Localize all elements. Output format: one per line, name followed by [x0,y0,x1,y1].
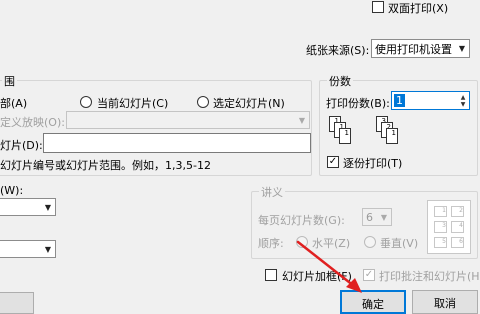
cancel-button-label: 取消 [434,297,456,310]
paper-source-select[interactable]: 使用打印机设置 ▼ [371,39,470,58]
cancel-button[interactable]: 取消 [412,290,478,314]
collate-label: 逐份打印(T) [343,157,403,170]
ok-button-label: 确定 [362,298,384,311]
handouts-title: 讲义 [259,184,285,200]
preview-cell: 3 [434,221,447,233]
uncollated-copies-icon: 1 1 1 [329,116,359,152]
copies-title: 份数 [327,73,353,89]
chevron-down-icon: ▼ [44,244,52,254]
left-edge-button[interactable] [0,292,34,314]
handout-preview: 1 2 3 4 5 6 [427,200,471,254]
collated-copies-icon: 3 2 1 [376,116,406,152]
paper-source-label: 纸张来源(S): [306,44,370,57]
spinner-arrows-icon[interactable]: ▲ ▼ [457,94,469,108]
preview-cell: 2 [451,206,464,218]
copies-count-label: 打印份数(B): [326,97,390,110]
copies-count-spinner[interactable]: 1 ▲ ▼ [391,91,470,110]
print-what-select[interactable]: ▼ [0,198,56,216]
custom-show-label: 定义放映(O): [0,116,65,129]
duplex-label: 双面打印(X) [388,2,449,15]
print-all-label[interactable]: 部(A) [0,95,27,111]
chevron-down-icon: ▼ [44,202,52,212]
color-select[interactable]: ▼ [0,240,56,258]
preview-cell: 1 [434,206,447,218]
paper-source-value: 使用打印机设置 [375,42,452,56]
print-comments-label: 打印批注和幻灯片(H) [379,270,480,283]
chevron-down-icon: ▼ [298,115,306,125]
preview-cell: 6 [451,236,464,248]
preview-cell: 5 [434,236,447,248]
selection-radio[interactable] [197,96,209,108]
vertical-label: 垂直(V) [380,237,419,250]
chevron-down-icon: ▼ [380,212,388,222]
custom-show-select[interactable]: ▼ [66,111,310,129]
slides-input[interactable] [43,133,311,153]
preview-cell: 4 [451,221,464,233]
copies-count-value: 1 [394,94,405,107]
per-page-label: 每页幻灯片数(G): [258,214,345,227]
slides-label: 灯片(D): [0,139,43,152]
frame-slides-checkbox[interactable] [265,269,277,281]
collate-checkbox[interactable]: ✓ [327,156,339,168]
page-icon: 1 [339,128,351,144]
current-slide-label[interactable]: 当前幻灯片(C) [97,95,168,111]
duplex-checkbox[interactable] [372,1,384,13]
print-range-title: 围 [2,73,17,89]
order-label: 顺序: [258,237,284,250]
selection-label[interactable]: 选定幻灯片(N) [213,95,285,111]
per-page-value: 6 [366,210,373,224]
current-slide-radio[interactable] [80,96,92,108]
per-page-select[interactable]: 6 ▼ [362,208,392,226]
slides-hint: 幻灯片编号或幻灯片范围。例如，1,3,5-12 [0,159,211,172]
print-what-label: (W): [0,184,24,197]
chevron-down-icon: ▼ [458,44,466,53]
page-icon: 1 [386,128,398,144]
red-arrow-icon [296,240,362,293]
